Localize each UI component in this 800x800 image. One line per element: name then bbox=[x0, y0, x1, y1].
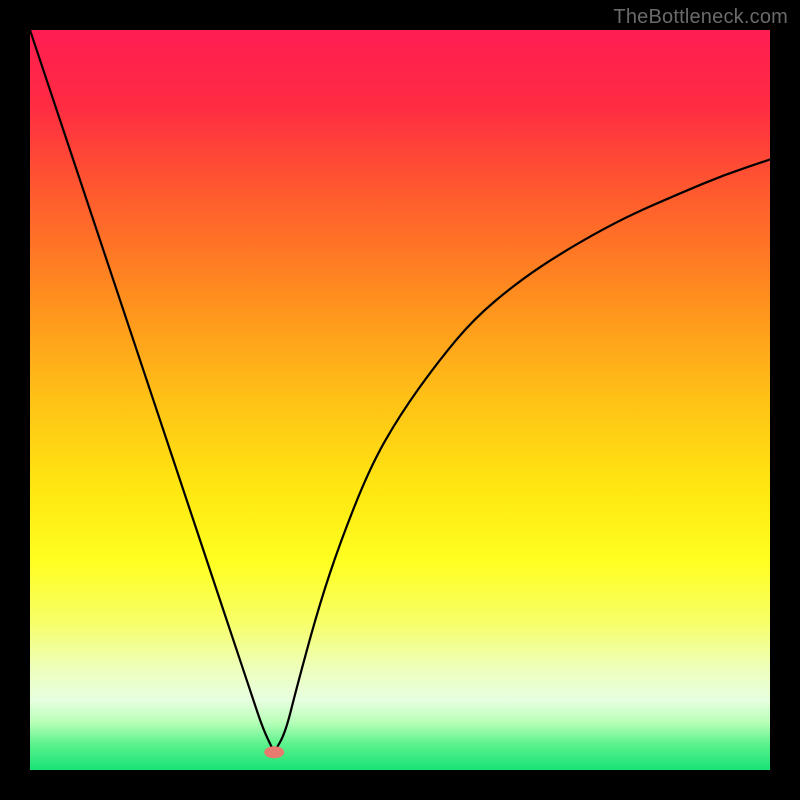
chart-svg bbox=[30, 30, 770, 770]
chart-frame: TheBottleneck.com bbox=[0, 0, 800, 800]
plot-area bbox=[30, 30, 770, 770]
watermark-text: TheBottleneck.com bbox=[613, 6, 788, 29]
optimal-marker bbox=[264, 746, 284, 758]
gradient-background bbox=[30, 30, 770, 770]
